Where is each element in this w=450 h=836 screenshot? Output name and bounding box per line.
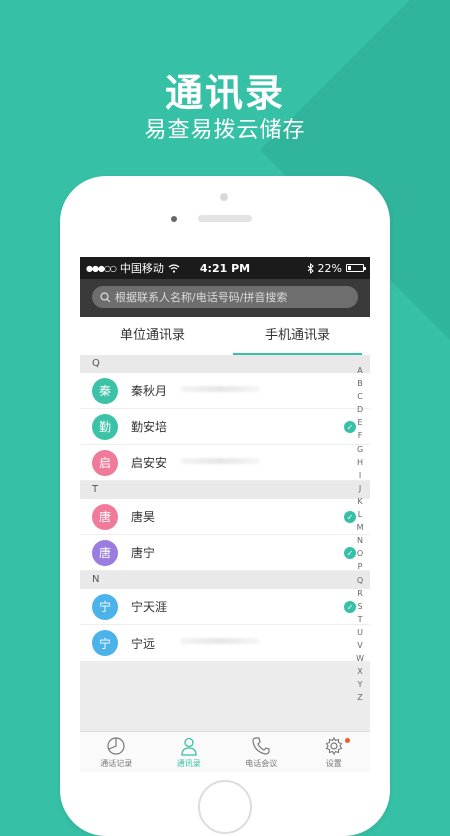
- search-box[interactable]: [92, 286, 358, 308]
- check-icon[interactable]: ✓: [344, 421, 356, 433]
- index-letter[interactable]: A: [357, 364, 362, 377]
- avatar: 启: [92, 449, 118, 476]
- avatar: 秦: [92, 377, 118, 404]
- carrier-label: 中国移动: [119, 262, 164, 275]
- contact-name: 秦秋月: [131, 384, 168, 398]
- nav-conference[interactable]: 电话会议: [225, 732, 298, 772]
- avatar: 唐: [92, 503, 118, 530]
- contact-name: 勤安培: [131, 420, 168, 434]
- wifi-icon: [168, 263, 180, 273]
- index-letter[interactable]: F: [358, 429, 363, 442]
- check-icon[interactable]: ✓: [344, 601, 356, 613]
- index-letter[interactable]: C: [357, 390, 363, 403]
- section-header-q: Q: [80, 355, 370, 373]
- phone-sensor: [220, 193, 228, 201]
- blurred-number: [180, 638, 260, 644]
- avatar: 唐: [92, 539, 118, 566]
- index-letter[interactable]: P: [358, 560, 363, 573]
- index-letter[interactable]: K: [357, 495, 362, 508]
- index-letter[interactable]: S: [358, 600, 363, 613]
- contact-name: 唐昊: [131, 510, 156, 524]
- contact-name: 唐宁: [131, 546, 156, 560]
- contact-row[interactable]: 宁 宁天涯 ✓: [80, 589, 370, 625]
- search-icon: [100, 291, 111, 302]
- contact-name: 启安安: [131, 456, 168, 470]
- contact-row[interactable]: 唐 唐昊 ✓: [80, 499, 370, 535]
- index-letter[interactable]: D: [357, 403, 363, 416]
- nav-call-log[interactable]: 通话记录: [80, 732, 153, 772]
- index-letter[interactable]: H: [357, 456, 363, 469]
- contacts-icon: [181, 737, 197, 756]
- nav-label: 通话记录: [100, 758, 133, 768]
- contact-name: 宁天涯: [131, 600, 168, 614]
- contact-row[interactable]: 宁 宁远: [80, 625, 370, 661]
- contact-row[interactable]: 唐 唐宁 ✓: [80, 535, 370, 571]
- tab-phone-contacts[interactable]: 手机通讯录: [225, 317, 370, 355]
- home-button[interactable]: [198, 780, 252, 834]
- index-letter[interactable]: O: [357, 547, 363, 560]
- nav-settings[interactable]: 设置: [298, 732, 371, 772]
- nav-contacts[interactable]: 通讯录: [153, 732, 226, 772]
- index-letter[interactable]: Y: [358, 678, 363, 691]
- nav-label: 电话会议: [245, 758, 278, 768]
- contact-list: Q 秦 秦秋月 勤 勤安培 ✓ 启 启安安 T 唐 唐昊 ✓ 唐 唐宁 ✓ N: [80, 355, 370, 661]
- check-icon[interactable]: ✓: [344, 547, 356, 559]
- promo-subtitle: 易查易拨云储存: [144, 118, 306, 143]
- phone-speaker: [198, 215, 252, 222]
- index-letter[interactable]: G: [357, 443, 363, 456]
- tab-unit-contacts[interactable]: 单位通讯录: [80, 317, 225, 355]
- nav-label: 通讯录: [176, 758, 201, 768]
- search-input[interactable]: [115, 290, 350, 304]
- phone-icon: [252, 736, 270, 755]
- contact-row[interactable]: 启 启安安: [80, 445, 370, 481]
- index-letter[interactable]: B: [357, 377, 363, 390]
- promo-title: 通讯录: [164, 71, 285, 115]
- notification-dot: [345, 738, 350, 743]
- blurred-number: [180, 458, 260, 464]
- index-letter[interactable]: T: [358, 613, 363, 626]
- section-header-n: N: [80, 571, 370, 589]
- bottom-nav: 通话记录 通讯录 电话会议 设置: [80, 731, 370, 772]
- index-letter[interactable]: E: [358, 416, 363, 429]
- index-letter[interactable]: U: [357, 626, 363, 639]
- battery-percent: 22%: [317, 261, 342, 275]
- avatar: 宁: [92, 630, 118, 656]
- alphabet-index[interactable]: ABCDEFGHIJKLMNOPQRSTUVWXYZ: [356, 364, 364, 704]
- index-letter[interactable]: W: [356, 652, 364, 665]
- index-letter[interactable]: L: [358, 508, 362, 521]
- nav-label: 设置: [325, 758, 342, 768]
- signal-icon: ●●●○○: [86, 263, 117, 273]
- status-bar: ●●●○○ 中国移动 4:21 PM 22%: [80, 257, 370, 279]
- index-letter[interactable]: Z: [357, 691, 362, 704]
- index-letter[interactable]: R: [357, 587, 363, 600]
- index-letter[interactable]: V: [357, 639, 362, 652]
- check-icon[interactable]: ✓: [344, 511, 356, 523]
- contact-row[interactable]: 秦 秦秋月: [80, 373, 370, 409]
- section-header-t: T: [80, 481, 370, 499]
- battery-icon: [346, 264, 366, 272]
- index-letter[interactable]: I: [359, 469, 361, 482]
- avatar: 勤: [92, 413, 118, 440]
- contact-name: 宁远: [131, 636, 156, 651]
- call-log-icon: [107, 736, 125, 755]
- index-letter[interactable]: J: [359, 482, 361, 495]
- phone-camera: [171, 216, 177, 222]
- search-bar: [80, 279, 370, 317]
- bluetooth-icon: [307, 262, 314, 274]
- index-letter[interactable]: Q: [357, 574, 363, 587]
- blurred-number: [180, 386, 260, 392]
- index-letter[interactable]: X: [357, 665, 362, 678]
- app-screen: ●●●○○ 中国移动 4:21 PM 22% 单位通讯录: [80, 257, 370, 772]
- index-letter[interactable]: M: [357, 521, 364, 534]
- gear-icon: [325, 736, 343, 755]
- avatar: 宁: [92, 593, 118, 620]
- contact-row[interactable]: 勤 勤安培 ✓: [80, 409, 370, 445]
- index-letter[interactable]: N: [357, 534, 363, 547]
- contact-tabs: 单位通讯录 手机通讯录: [80, 317, 370, 355]
